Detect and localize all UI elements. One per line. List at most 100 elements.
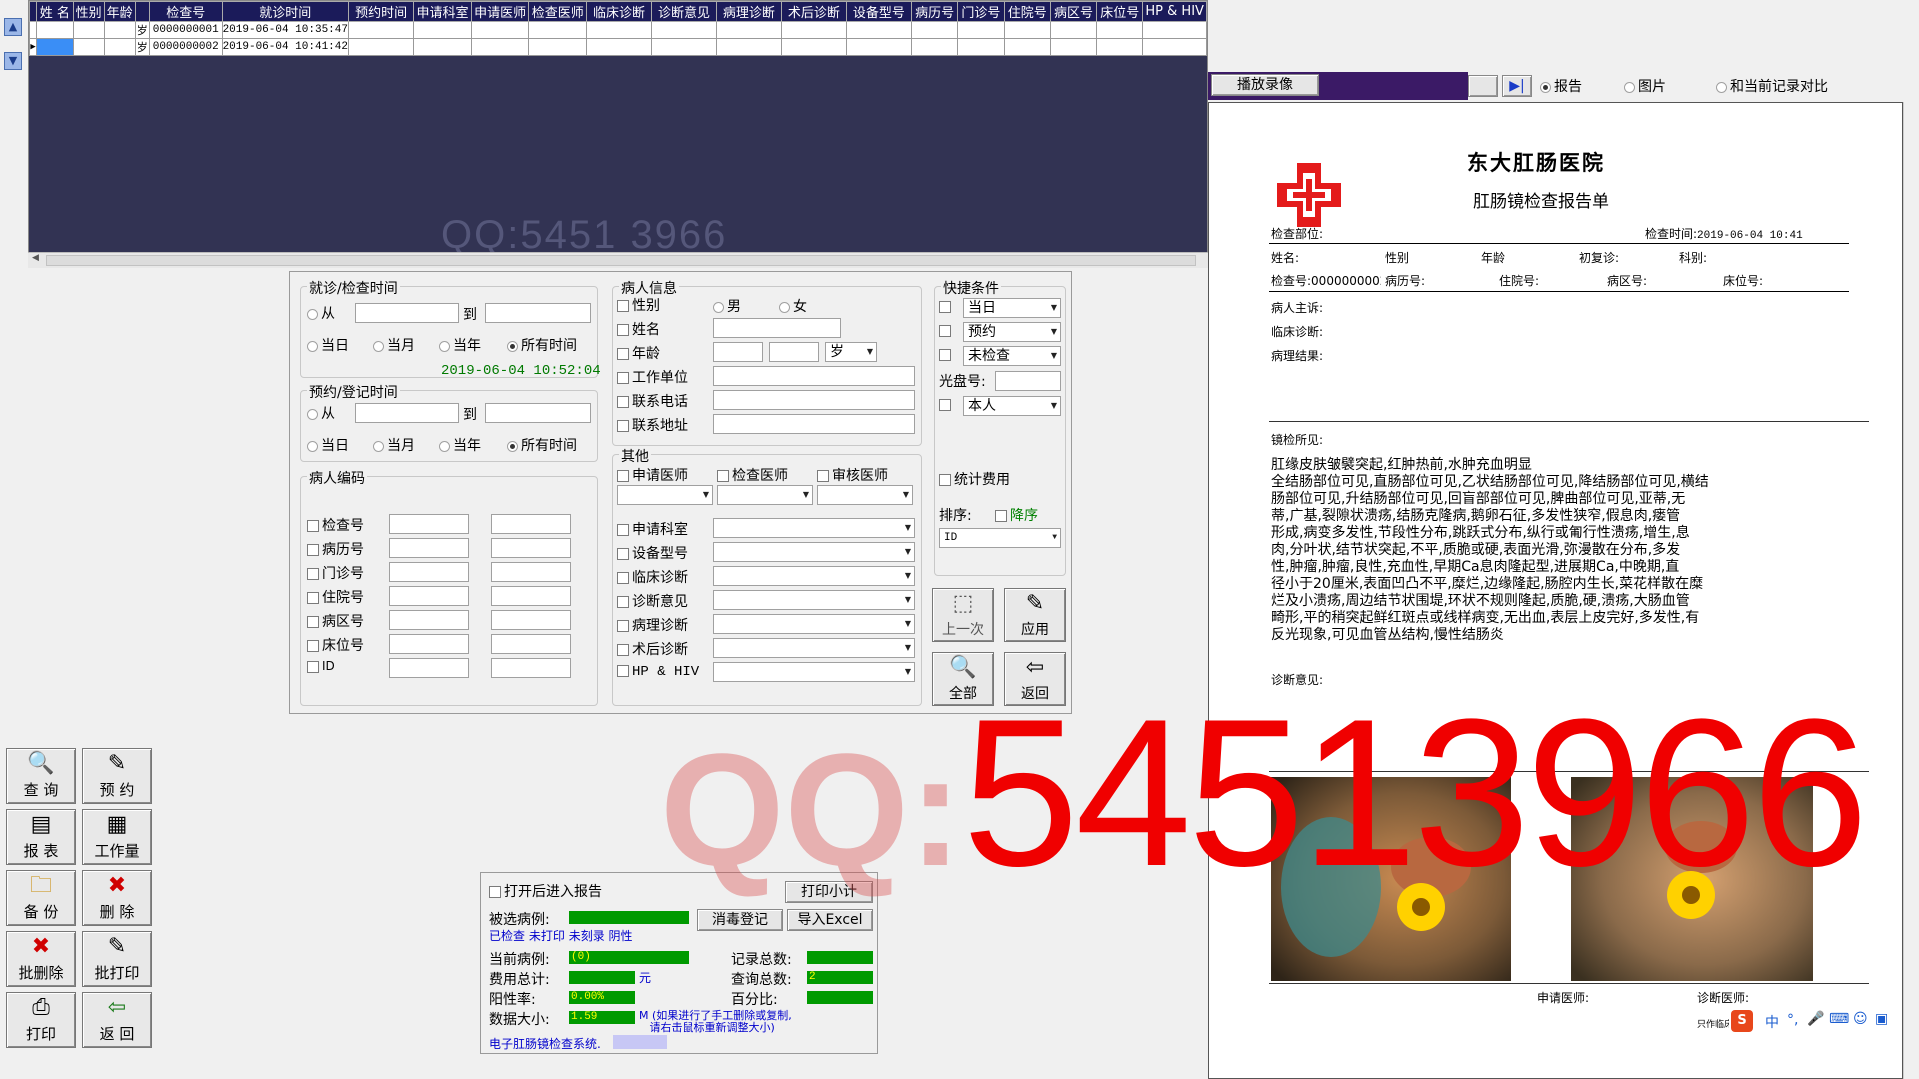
- cell[interactable]: [413, 38, 472, 56]
- cell[interactable]: [957, 21, 1005, 39]
- inpatient-from[interactable]: [389, 586, 469, 606]
- col-age-unit[interactable]: [134, 1, 150, 22]
- apply-button[interactable]: ✎ 应用: [1004, 588, 1066, 642]
- review-doctor-check[interactable]: 审核医师: [817, 465, 888, 485]
- appt-select[interactable]: 预约: [963, 322, 1061, 342]
- req-doctor-check[interactable]: 申请医师: [617, 465, 688, 485]
- phone-check[interactable]: 联系电话: [617, 391, 688, 411]
- inpatient-to[interactable]: [491, 586, 571, 606]
- cell-age-unit[interactable]: 岁: [134, 21, 150, 39]
- record-no-to[interactable]: [491, 538, 571, 558]
- exam-no-from[interactable]: [389, 514, 469, 534]
- id-check[interactable]: ID: [307, 659, 335, 673]
- col-clinical[interactable]: 临床诊断: [586, 1, 653, 22]
- exam-doctor-check[interactable]: 检查医师: [717, 465, 788, 485]
- previous-button[interactable]: ⬚ 上一次: [932, 588, 994, 642]
- col-name[interactable]: 姓 名: [36, 1, 74, 22]
- col-req-doctor[interactable]: 申请医师: [470, 1, 530, 22]
- cell-visit-time[interactable]: 2019-06-04 10:41:42: [221, 38, 349, 56]
- req-doctor-select[interactable]: [617, 485, 713, 505]
- horizontal-scrollbar[interactable]: ◀: [28, 252, 1208, 268]
- report-list-button[interactable]: ▤ 报 表: [6, 809, 76, 865]
- print-button[interactable]: ⎙ 打印: [6, 992, 76, 1048]
- cell[interactable]: [911, 38, 959, 56]
- picture-radio[interactable]: 图片: [1624, 76, 1666, 96]
- record-no-from[interactable]: [389, 538, 469, 558]
- owner-check[interactable]: [939, 399, 951, 411]
- toolbox-icon[interactable]: ▣: [1875, 1011, 1888, 1027]
- visit-radio-all[interactable]: 所有时间: [507, 335, 577, 355]
- return-button[interactable]: ⇦ 返 回: [82, 992, 152, 1048]
- col-device[interactable]: 设备型号: [845, 1, 913, 22]
- cell[interactable]: [1049, 38, 1098, 56]
- age-check[interactable]: 年龄: [617, 343, 660, 363]
- delete-button[interactable]: ✖ 删 除: [82, 870, 152, 926]
- visit-from-radio[interactable]: 从: [307, 303, 335, 323]
- cell-exam-no[interactable]: 0000000002: [148, 38, 223, 56]
- gender-check[interactable]: 性别: [617, 295, 660, 315]
- col-record-no[interactable]: 病历号: [911, 1, 959, 22]
- exam-doctor-select[interactable]: [717, 485, 813, 505]
- cell[interactable]: [1142, 38, 1207, 56]
- owner-select[interactable]: 本人: [963, 396, 1061, 416]
- skin-icon[interactable]: ☺: [1853, 1011, 1868, 1027]
- male-radio[interactable]: 男: [713, 296, 741, 316]
- cell[interactable]: [586, 38, 653, 56]
- visit-from-input[interactable]: [355, 303, 459, 323]
- ward-check[interactable]: 病区号: [307, 611, 364, 631]
- name-input[interactable]: [713, 318, 841, 338]
- outpatient-check[interactable]: 门诊号: [307, 563, 364, 583]
- visit-radio-month[interactable]: 当月: [373, 335, 415, 355]
- cell[interactable]: [347, 21, 415, 39]
- col-postop[interactable]: 术后诊断: [780, 1, 847, 22]
- sogou-icon[interactable]: S: [1731, 1010, 1753, 1032]
- blank-button[interactable]: [1468, 75, 1498, 97]
- col-outpatient[interactable]: 门诊号: [957, 1, 1005, 22]
- record-no-check[interactable]: 病历号: [307, 539, 364, 559]
- batch-delete-button[interactable]: ✖ 批删除: [6, 931, 76, 987]
- col-gender[interactable]: 性别: [72, 1, 105, 22]
- col-ward[interactable]: 病区号: [1049, 1, 1098, 22]
- address-input[interactable]: [713, 414, 915, 434]
- keyboard-icon[interactable]: ⌨: [1829, 1011, 1849, 1027]
- query-button[interactable]: 🔍 查 询: [6, 748, 76, 804]
- cell[interactable]: [957, 38, 1005, 56]
- exam-no-to[interactable]: [491, 514, 571, 534]
- report-preview[interactable]: 东大肛肠医院 肛肠镜检查报告单 检查部位: 检查时间:2019-06-04 10…: [1208, 102, 1903, 1079]
- sort-select[interactable]: ID: [939, 528, 1061, 548]
- col-hp-hiv[interactable]: HP & HIV: [1142, 1, 1207, 22]
- bed-to[interactable]: [491, 634, 571, 654]
- age-unit-select[interactable]: 岁: [825, 342, 877, 362]
- col-req-dept[interactable]: 申请科室: [413, 1, 472, 22]
- col-exam-no[interactable]: 检查号: [148, 1, 223, 22]
- visit-radio-today[interactable]: 当日: [307, 335, 349, 355]
- opinion-check[interactable]: 诊断意见: [617, 591, 688, 611]
- play-video-button[interactable]: 播放录像: [1211, 74, 1319, 96]
- id-from[interactable]: [389, 658, 469, 678]
- col-visit-time[interactable]: 就诊时间: [221, 1, 349, 22]
- cell[interactable]: [845, 38, 913, 56]
- appt-from-input[interactable]: [355, 403, 459, 423]
- col-inpatient[interactable]: 住院号: [1003, 1, 1051, 22]
- device-select[interactable]: [713, 542, 915, 562]
- scroll-left-icon[interactable]: ◀: [32, 253, 39, 263]
- cell-age-unit[interactable]: 岁: [134, 38, 150, 56]
- disinfect-button[interactable]: 消毒登记: [697, 909, 783, 931]
- batch-print-button[interactable]: ✎ 批打印: [82, 931, 152, 987]
- bed-check[interactable]: 床位号: [307, 635, 364, 655]
- cell[interactable]: [651, 21, 717, 39]
- workload-button[interactable]: ▦ 工作量: [82, 809, 152, 865]
- phone-input[interactable]: [713, 390, 915, 410]
- cell-name[interactable]: [36, 21, 74, 39]
- appointment-button[interactable]: ✎ 预 约: [82, 748, 152, 804]
- appt-radio-all[interactable]: 所有时间: [507, 435, 577, 455]
- cell[interactable]: [528, 38, 588, 56]
- cell[interactable]: [1049, 21, 1098, 39]
- pathology-check[interactable]: 病理诊断: [617, 615, 688, 635]
- backup-button[interactable]: 🗀 备 份: [6, 870, 76, 926]
- cell[interactable]: [651, 38, 717, 56]
- cell[interactable]: [1142, 21, 1207, 39]
- pathology-select[interactable]: [713, 614, 915, 634]
- clinical-check[interactable]: 临床诊断: [617, 567, 688, 587]
- inpatient-check[interactable]: 住院号: [307, 587, 364, 607]
